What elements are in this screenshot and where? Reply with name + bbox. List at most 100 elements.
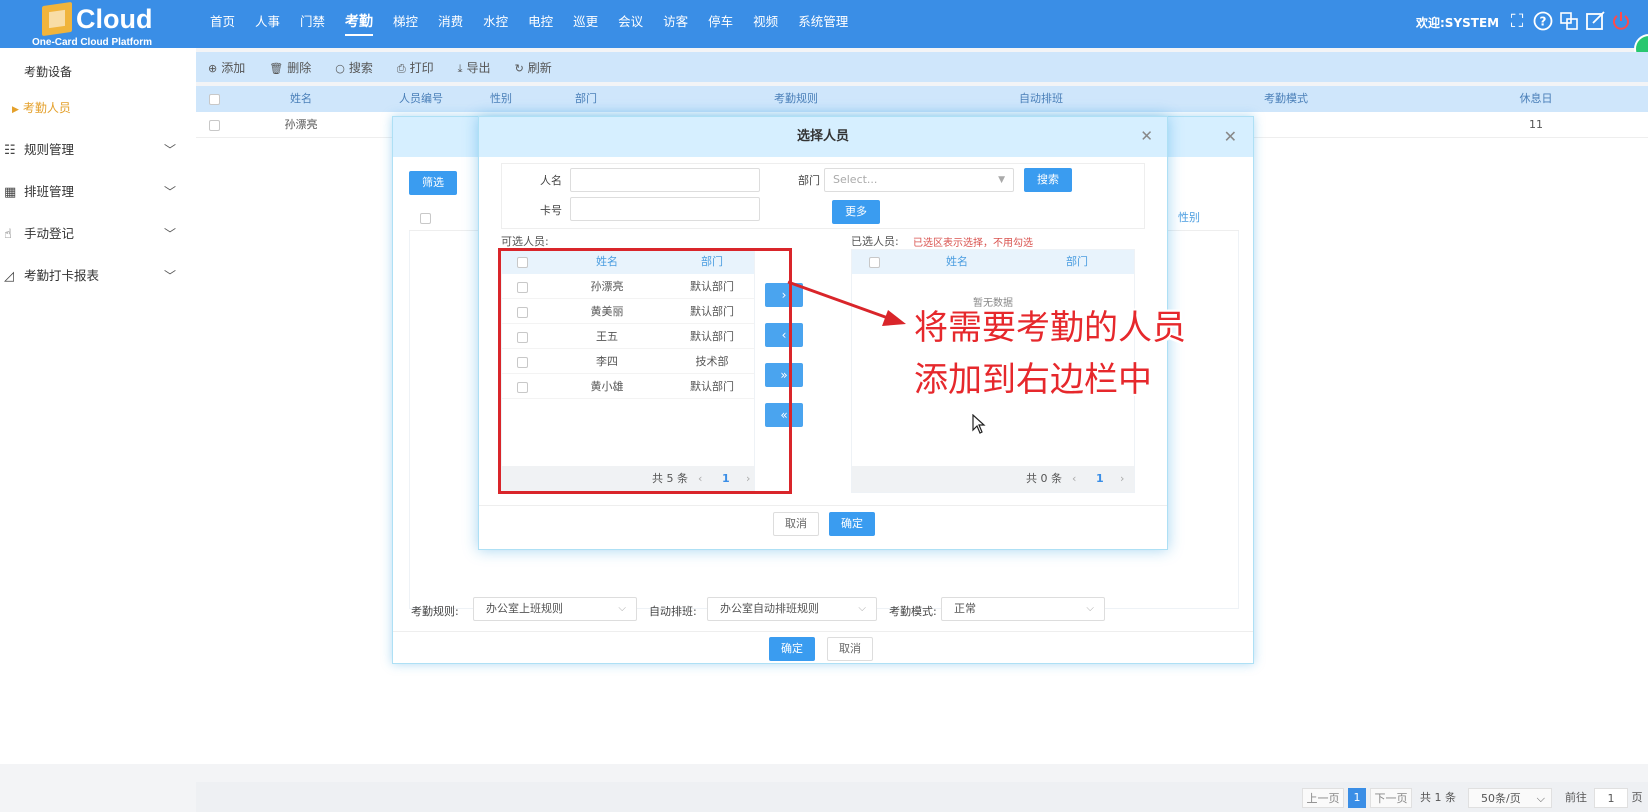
nav-item-attendance[interactable]: 考勤 <box>335 0 383 44</box>
chevron-down-icon: ﹀ <box>163 227 176 241</box>
selected-page-number[interactable]: 1 <box>1096 466 1104 492</box>
selected-list-header: 姓名 部门 <box>852 250 1134 274</box>
select-all-checkbox[interactable] <box>415 205 435 231</box>
nav-item-power[interactable]: 电控 <box>518 0 563 44</box>
nav-item-patrol[interactable]: 巡更 <box>563 0 608 44</box>
search-button[interactable]: ○ 搜索 <box>335 59 373 76</box>
nav-item-water[interactable]: 水控 <box>473 0 518 44</box>
rule-label: 考勤规则: <box>411 605 459 618</box>
modal-actions: 取消 确定 <box>479 505 1167 549</box>
confirm-button[interactable]: 确定 <box>769 637 815 661</box>
column-header-dept[interactable]: 部门 <box>536 86 636 112</box>
column-header-name[interactable]: 姓名 <box>236 86 366 112</box>
next-page-button[interactable]: 下一页 <box>1370 788 1412 808</box>
sidebar-item-attendance-device[interactable]: 考勤设备 <box>0 54 196 90</box>
logo-subtitle: One-Card Cloud Platform <box>32 37 153 48</box>
chevron-down-icon: ﹀ <box>163 269 176 283</box>
main-table-header: 姓名 人员编号 性别 部门 考勤规则 自动排班 考勤模式 休息日 <box>196 86 1648 112</box>
rule-select[interactable]: 办公室上班规则 ⌵ <box>473 597 637 621</box>
column-header-number[interactable]: 人员编号 <box>386 86 456 112</box>
sidebar-item-attendance-staff[interactable]: ▶ 考勤人员 <box>0 90 196 126</box>
nav-item-parking[interactable]: 停车 <box>698 0 743 44</box>
name-input[interactable] <box>570 168 760 192</box>
auto-schedule-select[interactable]: 办公室自动排班规则 ⌵ <box>707 597 877 621</box>
column-header-rest-day[interactable]: 休息日 <box>1426 86 1646 112</box>
hand-icon: ☝ <box>4 227 12 242</box>
sidebar-group-manual[interactable]: ☝ 手动登记 ﹀ <box>0 216 196 252</box>
confirm-button[interactable]: 确定 <box>829 512 875 536</box>
nav-item-access[interactable]: 门禁 <box>290 0 335 44</box>
select-all-checkbox[interactable] <box>204 86 224 112</box>
nav-item-system[interactable]: 系统管理 <box>788 0 858 44</box>
nav-item-visitor[interactable]: 访客 <box>653 0 698 44</box>
print-label: 打印 <box>409 60 434 75</box>
chevron-down-icon: ⌵ <box>618 603 626 614</box>
power-icon[interactable] <box>1610 10 1632 32</box>
welcome-text: 欢迎:SYSTEM <box>1416 16 1500 30</box>
close-icon[interactable]: ✕ <box>1140 127 1153 145</box>
nav-item-home[interactable]: 首页 <box>200 0 245 44</box>
top-icons: ⛶ ? <box>1506 10 1632 32</box>
filter-button[interactable]: 筛选 <box>409 171 457 195</box>
column-header-rule[interactable]: 考勤规则 <box>716 86 876 112</box>
page-number-current[interactable]: 1 <box>1348 788 1366 808</box>
help-icon[interactable]: ? <box>1532 10 1554 32</box>
prev-page-button[interactable]: 上一页 <box>1302 788 1344 808</box>
toolbar: ⊕ 添加 🗑 删除 ○ 搜索 ⎙ 打印 ⤓ 导出 ↻ 刷新 <box>196 52 1648 82</box>
sidebar-group-label: 排班管理 <box>24 184 75 199</box>
nav-item-consume[interactable]: 消费 <box>428 0 473 44</box>
goto-page-input[interactable]: 1 <box>1594 788 1628 808</box>
external-link-icon[interactable] <box>1584 10 1606 32</box>
selected-note: 已选区表示选择，不用勾选 <box>913 238 1033 249</box>
auto-schedule-label: 自动排班: <box>649 605 697 618</box>
row-checkbox[interactable] <box>204 112 224 138</box>
print-button[interactable]: ⎙ 打印 <box>397 59 434 76</box>
nav-item-hr[interactable]: 人事 <box>245 0 290 44</box>
column-header-name: 姓名 <box>946 255 968 268</box>
close-icon[interactable]: ✕ <box>1224 127 1237 146</box>
cancel-button[interactable]: 取消 <box>827 637 873 661</box>
column-header-auto-schedule[interactable]: 自动排班 <box>956 86 1126 112</box>
chevron-right-icon[interactable]: › <box>1120 466 1124 492</box>
sidebar-group-rules[interactable]: ☷ 规则管理 ﹀ <box>0 132 196 168</box>
goto-label: 前往 <box>1565 791 1587 804</box>
top-nav: 首页 人事 门禁 考勤 梯控 消费 水控 电控 巡更 会议 访客 停车 视频 系… <box>200 0 858 44</box>
translate-icon[interactable] <box>1558 10 1580 32</box>
nav-item-elevator[interactable]: 梯控 <box>383 0 428 44</box>
page-size-select[interactable]: 50条/页 ⌵ <box>1468 788 1552 808</box>
delete-button[interactable]: 🗑 删除 <box>269 59 311 76</box>
download-icon: ⤓ <box>457 61 463 75</box>
logo[interactable]: Cloud One-Card Cloud Platform <box>28 1 168 48</box>
add-label: 添加 <box>221 60 246 75</box>
more-button[interactable]: 更多 <box>832 200 880 224</box>
mouse-cursor-icon <box>972 413 986 438</box>
top-bar: Cloud One-Card Cloud Platform 首页 人事 门禁 考… <box>0 0 1648 64</box>
nav-item-video[interactable]: 视频 <box>743 0 788 44</box>
search-icon: ○ <box>335 61 345 75</box>
select-all-checkbox[interactable] <box>864 250 884 274</box>
dept-select[interactable]: Select... ▼ <box>824 168 1014 192</box>
export-label: 导出 <box>466 60 491 75</box>
selected-label: 已选人员: <box>851 235 899 248</box>
nav-item-meeting[interactable]: 会议 <box>608 0 653 44</box>
column-header-gender[interactable]: 性别 <box>476 86 526 112</box>
refresh-button[interactable]: ↻ 刷新 <box>515 59 552 76</box>
auto-schedule-value: 办公室自动排班规则 <box>720 602 819 615</box>
annotation-text: 将需要考勤的人员 添加到右边栏中 <box>914 302 1244 406</box>
mode-select[interactable]: 正常 ⌵ <box>941 597 1105 621</box>
chevron-down-icon: ⌵ <box>1086 603 1094 614</box>
export-button[interactable]: ⤓ 导出 <box>458 59 491 76</box>
plus-circle-icon: ⊕ <box>208 61 218 75</box>
sidebar-group-report[interactable]: ◿ 考勤打卡报表 ﹀ <box>0 258 196 294</box>
add-button[interactable]: ⊕ 添加 <box>208 59 245 76</box>
search-form: 人名 卡号 部门 Select... ▼ 搜索 更多 <box>501 163 1145 229</box>
cancel-button[interactable]: 取消 <box>773 512 819 536</box>
modal-fields: 考勤规则: 办公室上班规则 ⌵ 自动排班: 办公室自动排班规则 ⌵ 考勤模式: 正常… <box>393 595 1253 631</box>
card-number-input[interactable] <box>570 197 760 221</box>
search-button[interactable]: 搜索 <box>1024 168 1072 192</box>
chevron-left-icon[interactable]: ‹ <box>1072 466 1076 492</box>
fullscreen-icon[interactable]: ⛶ <box>1506 10 1528 32</box>
sidebar-group-schedule[interactable]: ▦ 排班管理 ﹀ <box>0 174 196 210</box>
selected-total: 共 0 条 <box>1026 472 1062 485</box>
column-header-mode[interactable]: 考勤模式 <box>1196 86 1376 112</box>
